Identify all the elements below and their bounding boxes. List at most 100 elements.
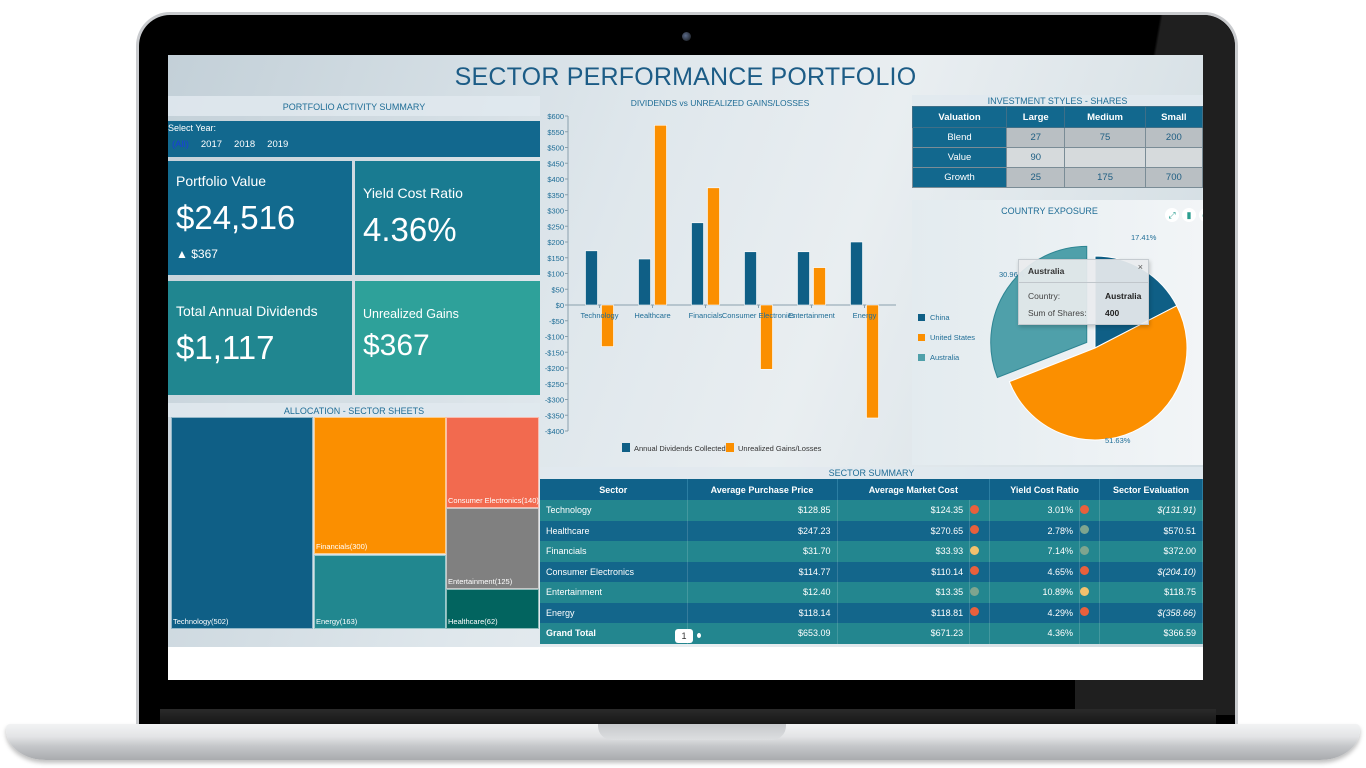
- dividends-chart: DIVIDENDS vs UNREALIZED GAINS/LOSSES $60…: [540, 95, 898, 465]
- treemap-tile-entertainment[interactable]: Entertainment(125): [446, 508, 539, 589]
- yield-cost-cell: 4.29%: [989, 602, 1080, 623]
- bar-dividends[interactable]: [850, 241, 863, 306]
- y-tick-label: $0: [556, 301, 564, 310]
- treemap-tile-financials[interactable]: Financials(300): [314, 417, 446, 554]
- bar-unrealized[interactable]: [654, 124, 667, 306]
- tile-label: Energy(163): [316, 617, 358, 626]
- status-dot-icon: [1080, 545, 1089, 555]
- kpi-delta: ▲ $367: [176, 247, 218, 261]
- x-tick-label: Technology: [581, 311, 619, 320]
- sector-cell: Consumer Electronics: [540, 561, 688, 582]
- treemap-tile-consumer-electronics[interactable]: Consumer Electronics(140): [446, 417, 539, 508]
- bar-dividends[interactable]: [691, 222, 704, 306]
- y-tick-label: $100: [547, 270, 564, 279]
- col-header[interactable]: Average Purchase Price: [687, 479, 838, 500]
- treemap-tile-healthcare[interactable]: Healthcare(62): [446, 589, 539, 629]
- status-dot-icon: [1080, 566, 1089, 576]
- yield-cost-cell: 7.14%: [989, 541, 1080, 562]
- col-header[interactable]: Large: [1006, 106, 1066, 128]
- y-tick-label: -$350: [545, 411, 564, 420]
- x-tick-label: Consumer Electronics: [722, 311, 796, 320]
- x-tick-label: Entertainment: [788, 311, 836, 320]
- col-header[interactable]: Small: [1144, 106, 1203, 128]
- yield-cost-cell: 3.01%: [989, 500, 1080, 521]
- yield-cost-cell: 4.36%: [989, 623, 1080, 644]
- y-tick-label: -$300: [545, 396, 564, 405]
- table-row[interactable]: Consumer Electronics $114.77 $110.14 4.65% $…: [540, 561, 1203, 582]
- col-header[interactable]: Sector: [540, 479, 688, 500]
- sector-cell: Healthcare: [540, 520, 688, 541]
- sector-cell: Financials: [540, 541, 688, 562]
- status-dot-icon: [970, 504, 980, 514]
- page-dot[interactable]: [697, 633, 701, 638]
- col-header[interactable]: Average Market Cost: [837, 479, 991, 500]
- year-option-2018[interactable]: 2018: [234, 139, 255, 150]
- tooltip-country-label: Country:: [1028, 291, 1061, 301]
- kpi-label: Portfolio Value: [176, 173, 267, 189]
- table-cell: [1064, 147, 1146, 168]
- sector-evaluation-cell: $366.59: [1099, 623, 1203, 644]
- table-row[interactable]: Financials $31.70 $33.93 7.14% $372.00: [540, 541, 1203, 562]
- table-cell: 27: [1006, 127, 1066, 148]
- x-tick-label: Financials: [689, 311, 723, 320]
- col-header[interactable]: Sector Evaluation: [1099, 479, 1203, 500]
- status-dot-icon: [1080, 525, 1089, 535]
- table-row[interactable]: Technology $128.85 $124.35 3.01% $(131.91): [540, 500, 1203, 521]
- yield-indicator-cell: [1079, 561, 1100, 582]
- bar-dividends[interactable]: [744, 251, 757, 306]
- col-header[interactable]: Medium: [1064, 106, 1146, 128]
- table-cell: 25: [1006, 167, 1066, 188]
- bar-dividends[interactable]: [797, 251, 810, 306]
- sector-evaluation-cell: $(204.10): [1099, 561, 1203, 582]
- market-indicator-cell: [969, 520, 991, 541]
- table-row: Blend 27 75 200: [911, 127, 1203, 148]
- market-cost-cell: $33.93: [837, 541, 971, 562]
- col-header[interactable]: Valuation: [911, 106, 1008, 128]
- col-header[interactable]: Yield Cost Ratio: [989, 479, 1100, 500]
- sector-cell: Grand Total: [540, 623, 688, 644]
- year-option-all[interactable]: (All): [172, 139, 189, 150]
- yield-indicator-cell: [1079, 582, 1100, 603]
- market-cost-cell: $13.35: [837, 582, 971, 603]
- y-tick-label: $150: [547, 254, 564, 263]
- yield-indicator-cell: [1079, 520, 1100, 541]
- kpi-delta-value: $367: [191, 247, 218, 261]
- market-cost-cell: $270.65: [837, 520, 971, 541]
- year-option-2017[interactable]: 2017: [201, 139, 222, 150]
- dividends-chart-svg: DIVIDENDS vs UNREALIZED GAINS/LOSSES $60…: [545, 98, 896, 453]
- bar-unrealized[interactable]: [866, 304, 879, 419]
- bar-unrealized[interactable]: [813, 267, 826, 306]
- sector-summary-table: Sector Average Purchase Price Average Ma…: [540, 479, 1203, 644]
- kpi-value: $24,516: [176, 199, 296, 236]
- table-row[interactable]: Energy $118.14 $118.81 4.29% $(358.66): [540, 602, 1203, 623]
- year-option-2019[interactable]: 2019: [267, 139, 288, 150]
- bar-unrealized[interactable]: [707, 187, 720, 306]
- y-tick-label: $200: [547, 238, 564, 247]
- status-dot-icon: [970, 607, 980, 617]
- bar-dividends[interactable]: [638, 258, 651, 306]
- kpi-label: Total Annual Dividends: [176, 303, 318, 319]
- table-row[interactable]: Grand Total $653.09 $671.23 4.36% $366.59: [540, 623, 1203, 644]
- yield-indicator-cell: [1079, 602, 1100, 623]
- treemap-tile-technology[interactable]: Technology(502): [171, 417, 313, 629]
- tile-label: Financials(300): [316, 542, 368, 551]
- table-row[interactable]: Entertainment $12.40 $13.35 10.89% $118.75: [540, 582, 1203, 603]
- purchase-price-cell: $31.70: [687, 541, 838, 562]
- table-cell: 700: [1144, 167, 1203, 188]
- webcam-icon: [682, 32, 691, 41]
- sector-evaluation-cell: $570.51: [1099, 520, 1203, 541]
- pie-data-label: 17.41%: [1131, 233, 1157, 242]
- investment-styles-title: INVESTMENT STYLES - SHARES: [987, 96, 1128, 106]
- dashboard: SECTOR PERFORMANCE PORTFOLIO PORTFOLIO A…: [168, 55, 1203, 647]
- select-year-label: Select Year:: [168, 123, 217, 133]
- laptop-notch: [598, 724, 786, 740]
- investment-styles-table: Valuation Large Medium Small Blend 27 75…: [911, 106, 1203, 188]
- row-header: Growth: [911, 167, 1008, 188]
- yield-indicator-cell: [1079, 541, 1100, 562]
- close-icon[interactable]: ×: [1138, 262, 1143, 272]
- row-header: Value: [911, 147, 1008, 168]
- treemap-tile-energy[interactable]: Energy(163): [314, 555, 446, 629]
- bar-dividends[interactable]: [585, 250, 598, 306]
- table-row[interactable]: Healthcare $247.23 $270.65 2.78% $570.51: [540, 520, 1203, 541]
- page-indicator[interactable]: 1: [675, 629, 693, 643]
